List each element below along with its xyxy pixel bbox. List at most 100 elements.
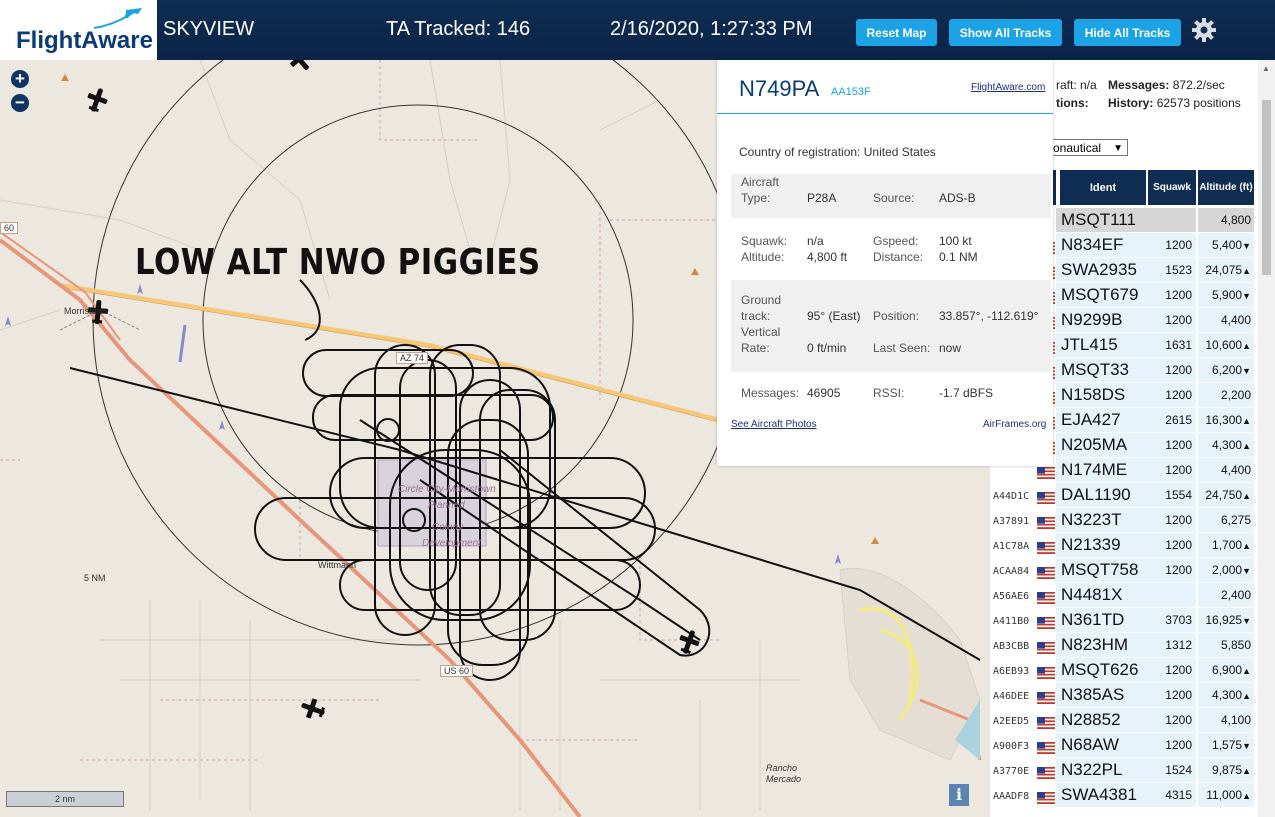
scrollbar-thumb[interactable] [1262,100,1271,275]
row-altitude: 4,400 [1198,308,1254,332]
row-altitude: 9,875▲ [1198,758,1254,782]
aircraft-detail-popup: N749PA AA153F FlightAware.com Country of… [717,60,1053,466]
map-annotation: LOW ALT NWO PIGGIES [135,242,541,283]
stats-positions: tions: [1056,96,1089,110]
trend-icon: ▲ [1242,541,1251,551]
trend-icon: ▼ [1242,566,1251,576]
row-ident: N9299B [1061,310,1123,329]
popup-country: Country of registration: United States [739,145,936,159]
row-altitude: 5,900▼ [1198,283,1254,307]
rssi-label: RSSI: [873,386,905,400]
map-label-colony: Colony [432,522,464,533]
reset-map-button[interactable]: Reset Map [856,19,937,46]
row-squawk: 1200 [1148,458,1196,482]
row-squawk: 1200 [1148,708,1196,732]
road-badge-us60: US 60 [440,665,474,677]
row-ident: N205MA [1061,435,1128,454]
trend-icon: ▲ [1242,491,1251,501]
popup-hex: AA153F [831,86,871,98]
row-altitude: 5,400▼ [1198,233,1254,257]
row-ident: N4481X [1061,585,1123,604]
map-label-range: 5 NM [84,573,106,583]
chevron-down-icon: ▼ [1113,143,1123,154]
row-squawk [1148,583,1196,607]
gear-icon[interactable] [1191,17,1217,43]
row-altitude: 5,850 [1198,633,1254,657]
row-squawk: 4315 [1148,783,1196,807]
map-type-select[interactable]: ronautical ▼ [1046,139,1128,156]
row-altitude: 4,300▲ [1198,433,1254,457]
row-ident: MSQT758 [1061,560,1139,579]
hex-code: AAADF8 [993,791,1030,802]
zoom-in-button[interactable]: + [11,70,29,88]
row-squawk: 1200 [1148,683,1196,707]
land-boundaries [0,60,720,761]
header-squawk[interactable]: Squawk [1148,170,1196,205]
table-scrollbar[interactable]: ▲ [1258,60,1275,817]
table-row[interactable]: A56AE6 N4481X 2,400 [990,583,1258,608]
row-altitude: 6,200▼ [1198,358,1254,382]
row-squawk: 1200 [1148,283,1196,307]
trend-icon: ▲ [1242,766,1251,776]
table-row[interactable]: A6EB93 MSQT626 1200 6,900▲ [990,658,1258,683]
row-altitude: 4,100 [1198,708,1254,732]
table-row[interactable]: AB3CBB N823HM 1312 5,850 [990,633,1258,658]
row-altitude: 24,075▲ [1198,258,1254,282]
row-altitude: 4,400 [1198,458,1254,482]
scroll-up-icon[interactable]: ▲ [1262,64,1270,73]
show-all-tracks-button[interactable]: Show All Tracks [949,19,1062,46]
popup-ident: N749PA [739,76,820,101]
table-row[interactable]: A3770E N322PL 1524 9,875▲ [990,758,1258,783]
us-flag-icon [1037,567,1055,579]
source-value: ADS-B [939,191,976,205]
map-info-button[interactable]: i [949,784,969,806]
map-label-circle-city: Circle City-Morristown [398,484,496,495]
row-squawk: 1524 [1148,758,1196,782]
row-altitude: 24,750▲ [1198,483,1254,507]
row-ident: N834EF [1061,235,1124,254]
hex-code: ACAA84 [993,566,1030,577]
header-altitude[interactable]: Altitude (ft) [1198,170,1254,205]
row-squawk: 1200 [1148,308,1196,332]
row-ident: N823HM [1061,635,1129,654]
table-row[interactable]: A44D1C DAL1190 1554 24,750▲ [990,483,1258,508]
see-aircraft-photos-link[interactable]: See Aircraft Photos [731,419,817,430]
table-row[interactable]: A46DEE N385AS 1200 4,300▲ [990,683,1258,708]
map-label-wittmann: Wittmann [318,560,357,570]
row-ident: MSQT111 [1061,210,1136,229]
zoom-out-button[interactable]: − [11,94,29,112]
us-flag-icon [1037,742,1055,754]
us-flag-icon [1037,592,1055,604]
table-row[interactable]: AAADF8 SWA4381 4315 11,000▲ [990,783,1258,808]
row-squawk: 1631 [1148,333,1196,357]
us-flag-icon [1037,492,1055,504]
table-row[interactable]: A37891 N3223T 1200 6,275 [990,508,1258,533]
hide-all-tracks-button[interactable]: Hide All Tracks [1074,19,1181,46]
table-row[interactable]: A900F3 N68AW 1200 1,575▼ [990,733,1258,758]
stats-history: History: 62573 positions [1108,96,1241,110]
table-row[interactable]: ACAA84 MSQT758 1200 2,000▼ [990,558,1258,583]
last-seen-value: now [939,341,962,355]
table-row[interactable]: A411B0 N361TD 3703 16,925▼ [990,608,1258,633]
row-altitude: 10,600▲ [1198,333,1254,357]
clock-datetime: 2/16/2020, 1:27:33 PM [610,18,813,40]
map-label-rancho: Rancho [766,763,798,773]
header-ident[interactable]: Ident [1060,170,1146,205]
vertical-rate-value: 0 ft/min [807,341,847,355]
row-squawk: 1312 [1148,633,1196,657]
us-flag-icon [1037,467,1055,479]
row-ident: N322PL [1061,760,1123,779]
flightaware-link[interactable]: FlightAware.com [971,82,1045,93]
rssi-value: -1.7 dBFS [939,386,994,400]
table-row[interactable]: A2EED5 N28852 1200 4,100 [990,708,1258,733]
airframes-link[interactable]: AirFrames.org [983,419,1046,430]
trend-icon: ▼ [1242,616,1251,626]
flightaware-logo[interactable]: FlightAware [0,0,157,60]
altitude-value: 4,800 ft [807,250,848,264]
position-value: 33.857°, -112.619° [939,309,1039,323]
stats-aircraft: raft: n/a [1056,78,1097,92]
row-altitude: 4,300▲ [1198,683,1254,707]
messages-value: 46905 [807,386,841,400]
table-row[interactable]: A1C78A N21339 1200 1,700▲ [990,533,1258,558]
row-squawk: 1200 [1148,558,1196,582]
